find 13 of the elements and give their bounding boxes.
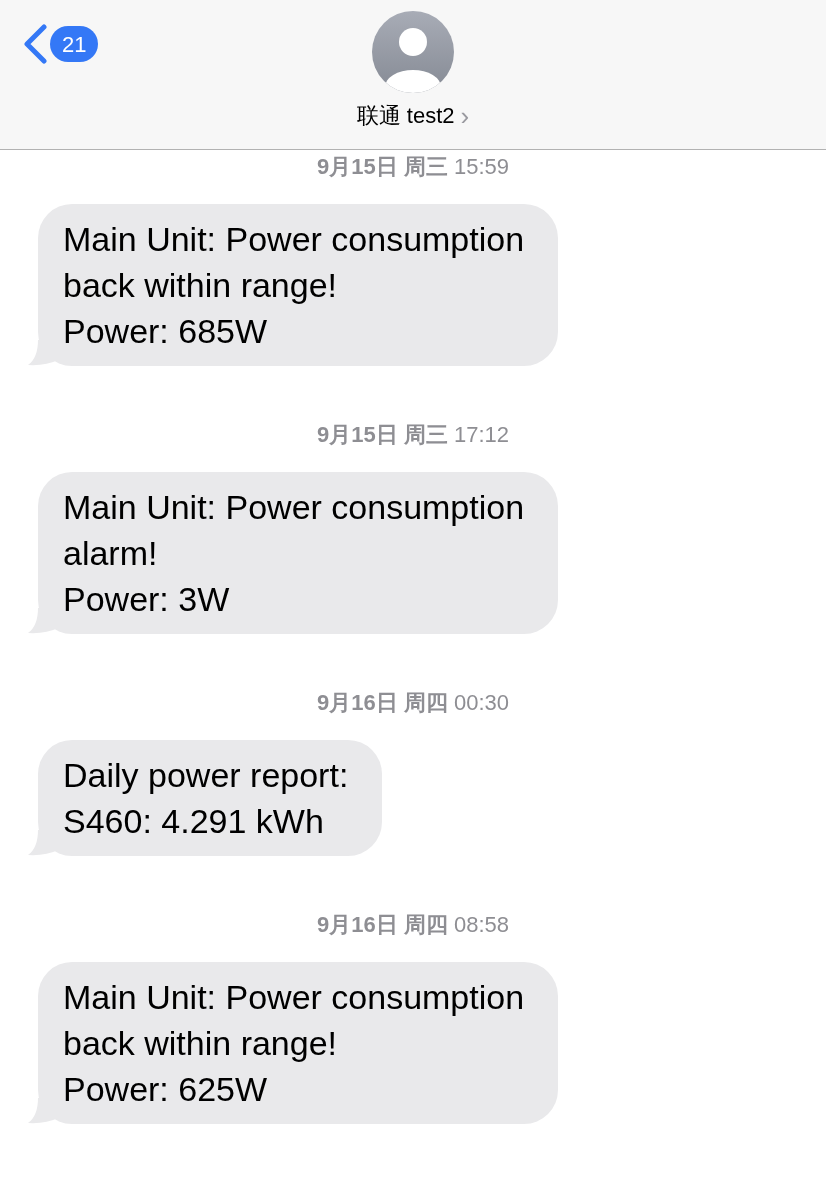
message-bubble: Main Unit: Power consumption back within range! Power: 685W: [38, 204, 559, 366]
message-bubble: Main Unit: Power consumption back within range! Power: 625W: [38, 962, 559, 1124]
timestamp: 9月16日 周四 08:58: [317, 911, 509, 939]
message-bubble: Daily power report: S460: 4.291 kWh: [38, 740, 383, 856]
timestamp: 9月15日 周三 17:12: [317, 421, 509, 449]
unread-badge: 21: [50, 26, 99, 62]
timestamp: 9月16日 周四 00:30: [317, 689, 509, 717]
avatar-icon[interactable]: [372, 11, 454, 93]
timestamp: 9月15日 周三 15:59: [317, 153, 509, 181]
back-chevron-icon: [22, 24, 48, 64]
message-bubble: Main Unit: Power consumption alarm! Power: 3W: [38, 472, 559, 634]
contact-name[interactable]: 联通 test2 ›: [356, 99, 470, 132]
back-button[interactable]: 21: [22, 24, 99, 64]
